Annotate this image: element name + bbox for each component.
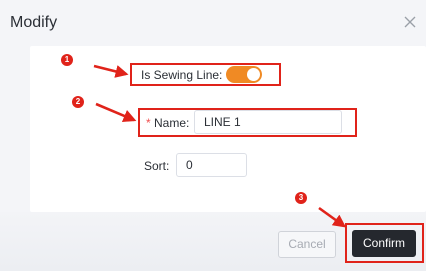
highlight-box-confirm <box>345 223 424 263</box>
step-badge-1: 1 <box>61 54 73 66</box>
close-icon[interactable] <box>402 14 418 30</box>
highlight-box-sewing-line <box>130 63 281 86</box>
sort-label: Sort: <box>144 159 170 173</box>
dialog-title: Modify <box>10 14 58 31</box>
modify-dialog: Modify Is Sewing Line: * Name: LINE 1 So… <box>0 0 426 271</box>
sort-input[interactable]: 0 <box>176 153 247 177</box>
step-badge-2: 2 <box>72 96 84 108</box>
step-badge-3: 3 <box>295 192 307 204</box>
dialog-header: Modify <box>0 0 426 46</box>
cancel-button[interactable]: Cancel <box>278 231 336 258</box>
highlight-box-name <box>138 108 357 137</box>
